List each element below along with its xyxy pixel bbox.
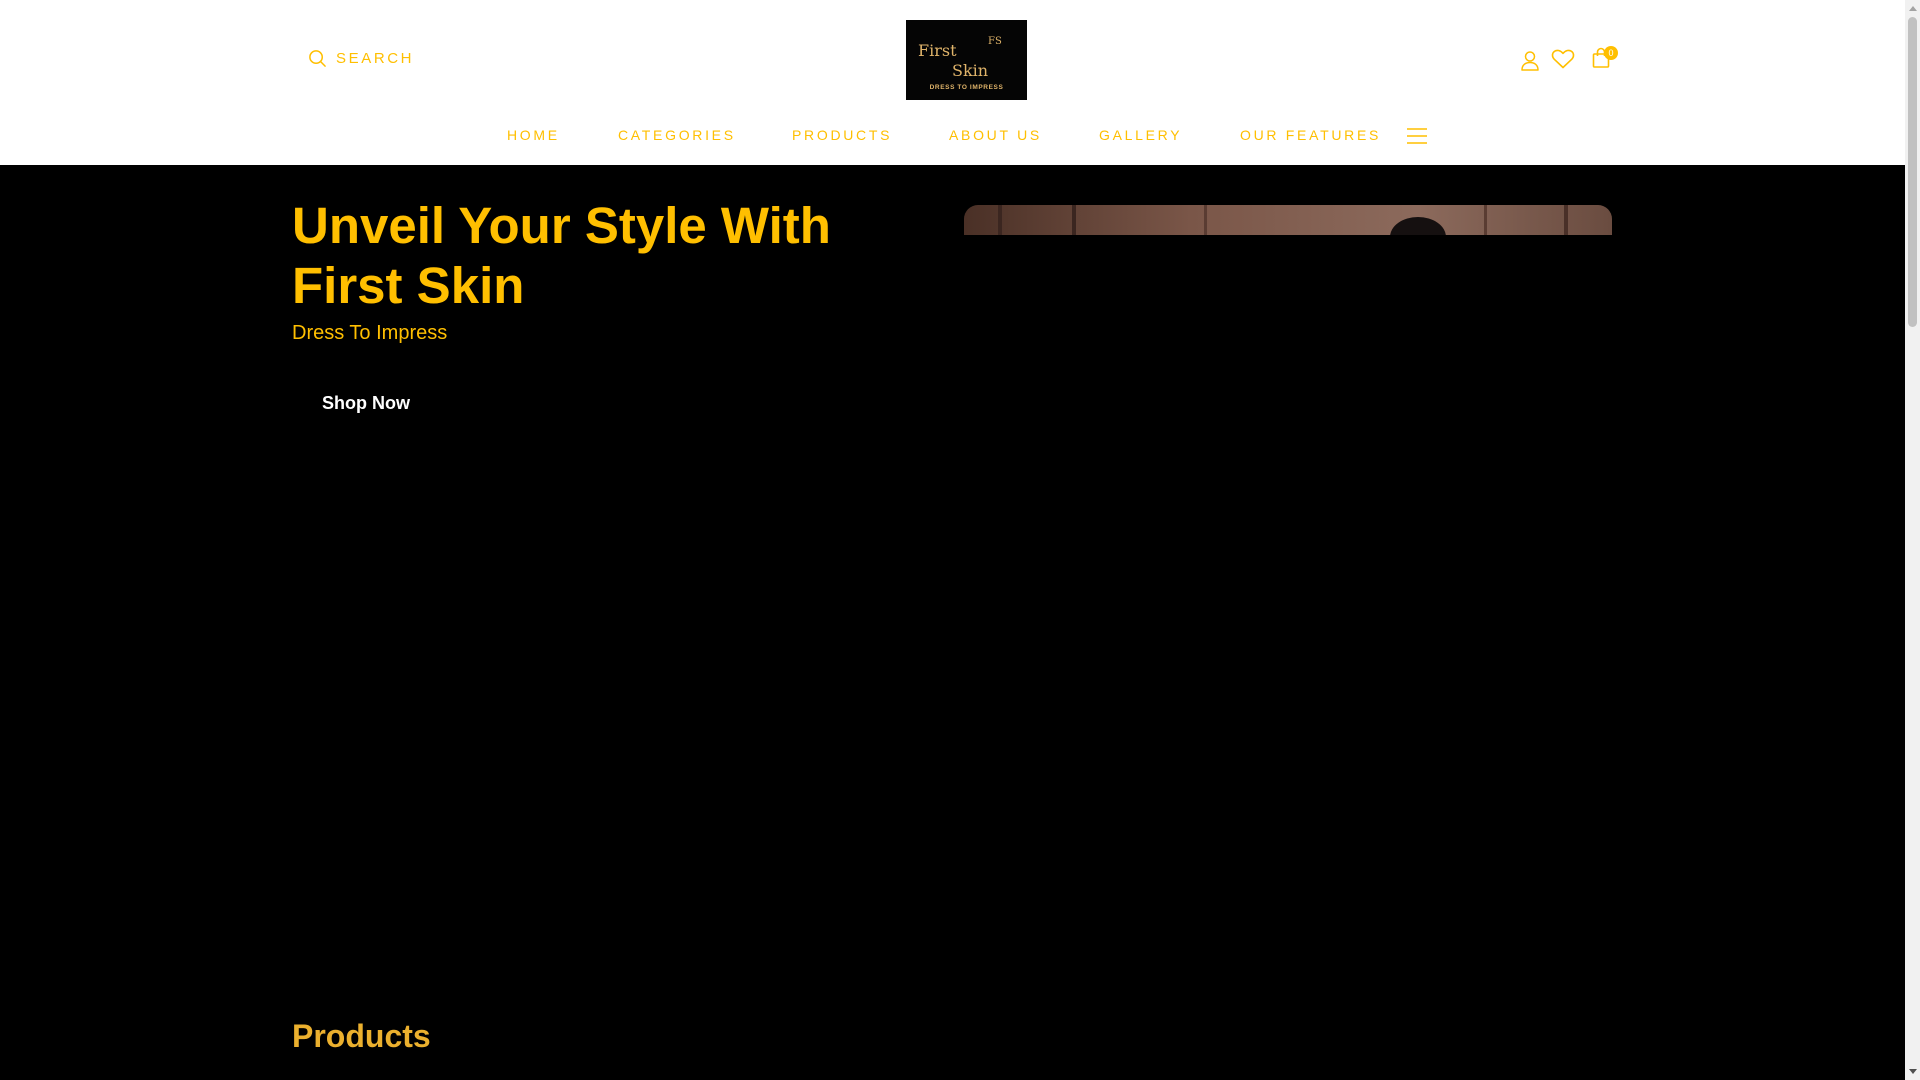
cart-count-badge: 0 [1604, 46, 1618, 60]
hero-title: Unveil Your Style With First Skin [292, 197, 831, 314]
account-button[interactable] [1520, 50, 1540, 71]
page-scrollbar[interactable] [1905, 0, 1920, 1080]
wishlist-button[interactable] [1551, 49, 1575, 69]
nav-item-products[interactable]: PRODUCTS [792, 127, 892, 143]
search-icon [309, 50, 326, 67]
main-navigation: HOME CATEGORIES PRODUCTS ABOUT US GALLER… [0, 127, 1905, 147]
site-logo[interactable]: First Skin FS DRESS TO IMPRESS [906, 20, 1027, 100]
hero-image [964, 205, 1612, 235]
search-button[interactable]: SEARCH [308, 49, 414, 68]
search-label: SEARCH [336, 50, 415, 67]
logo-monogram: FS [988, 36, 1002, 47]
products-section-title: Products [292, 1018, 431, 1054]
logo-text-first: First [918, 41, 957, 60]
nav-item-categories[interactable]: CATEGORIES [618, 127, 736, 143]
nav-item-gallery[interactable]: GALLERY [1099, 127, 1182, 143]
nav-item-about-us[interactable]: ABOUT US [949, 127, 1042, 143]
heart-icon [1551, 49, 1575, 69]
nav-item-home[interactable]: HOME [507, 127, 560, 143]
scroll-down-arrow-icon[interactable] [1905, 1063, 1920, 1080]
logo-text-skin: Skin [952, 61, 988, 80]
logo-tagline: DRESS TO IMPRESS [930, 84, 1004, 91]
shop-now-button[interactable]: Shop Now [292, 385, 440, 421]
scrollbar-thumb[interactable] [1908, 17, 1917, 327]
menu-button[interactable] [1407, 127, 1427, 150]
hero-subtitle: Dress To Impress [292, 322, 448, 344]
site-header: SEARCH First Skin FS DRESS TO IMPRESS 0 … [0, 0, 1905, 165]
scroll-up-arrow-icon[interactable] [1905, 0, 1920, 17]
hamburger-menu-icon [1407, 128, 1427, 144]
user-icon [1521, 51, 1539, 71]
nav-item-our-features[interactable]: OUR FEATURES [1240, 127, 1381, 143]
